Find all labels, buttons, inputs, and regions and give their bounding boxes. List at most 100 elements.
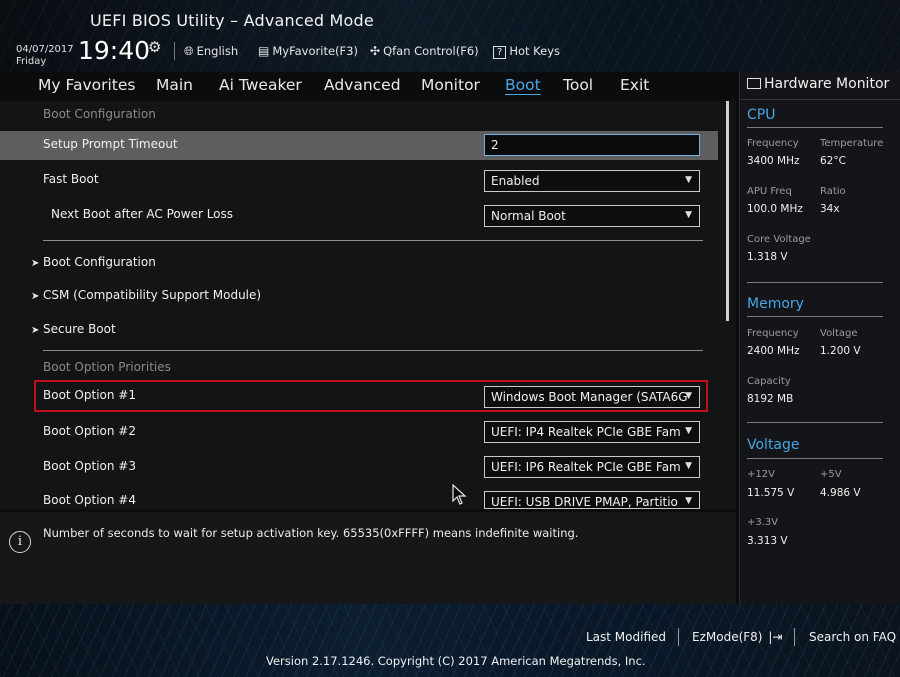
tab-my-favorites[interactable]: My Favorites xyxy=(38,76,136,94)
cpu-frequency-label: Frequency xyxy=(747,138,799,149)
monitor-icon xyxy=(747,78,761,89)
submenu-arrow-icon: ➤ xyxy=(31,325,40,336)
hardware-monitor-title: Hardware Monitor xyxy=(747,76,889,92)
capacity-value: 8192 MB xyxy=(747,393,794,405)
cpu-temperature-label: Temperature xyxy=(820,138,884,149)
memory-frequency-value: 2400 MHz xyxy=(747,345,800,357)
memory-voltage-label: Voltage xyxy=(820,328,858,339)
tab-ai-tweaker[interactable]: Ai Tweaker xyxy=(219,76,302,94)
v12-label: +12V xyxy=(747,469,775,480)
tab-boot[interactable]: Boot xyxy=(505,76,541,94)
capacity-label: Capacity xyxy=(747,376,791,387)
globe-icon: 🌐︎ xyxy=(184,44,194,58)
boot-option-4-select[interactable]: UEFI: USB DRIVE PMAP, Partitio ▼ xyxy=(484,491,700,509)
tab-tool[interactable]: Tool xyxy=(563,76,593,94)
submenu-secure-boot[interactable]: Secure Boot xyxy=(43,322,116,336)
boot-option-3-value: UEFI: IP6 Realtek PCIe GBE Fam xyxy=(491,460,681,474)
next-boot-value: Normal Boot xyxy=(491,209,566,223)
cpu-temperature-value: 62°C xyxy=(820,155,846,167)
memory-voltage-value: 1.200 V xyxy=(820,345,861,357)
setup-prompt-timeout-input[interactable]: 2 xyxy=(484,134,700,156)
cpu-frequency-value: 3400 MHz xyxy=(747,155,800,167)
section-heading-boot-option-priorities: Boot Option Priorities xyxy=(43,360,171,374)
boot-option-1-select[interactable]: Windows Boot Manager (SATA6G ▼ xyxy=(484,386,700,408)
boot-option-1-label: Boot Option #1 xyxy=(43,388,136,402)
boot-settings-panel xyxy=(0,101,736,509)
scrollbar[interactable] xyxy=(726,101,729,321)
boot-option-4-value: UEFI: USB DRIVE PMAP, Partitio xyxy=(491,495,678,509)
my-favorite-label: MyFavorite(F3) xyxy=(272,44,358,58)
help-text: Number of seconds to wait for setup acti… xyxy=(43,526,579,540)
fast-boot-label: Fast Boot xyxy=(43,172,99,186)
date-display: 04/07/2017 Friday xyxy=(16,44,74,68)
tab-exit[interactable]: Exit xyxy=(620,76,649,94)
voltage-heading: Voltage xyxy=(747,437,800,453)
boot-option-3-select[interactable]: UEFI: IP6 Realtek PCIe GBE Fam ▼ xyxy=(484,456,700,478)
gear-icon[interactable]: ⚙ xyxy=(148,38,161,56)
boot-option-3-label: Boot Option #3 xyxy=(43,459,136,473)
core-voltage-label: Core Voltage xyxy=(747,234,811,245)
qfan-control-button[interactable]: ✣ Qfan Control(F6) xyxy=(370,44,479,58)
memory-heading: Memory xyxy=(747,296,804,312)
ratio-value: 34x xyxy=(820,203,840,215)
next-boot-ac-power-loss-select[interactable]: Normal Boot ▼ xyxy=(484,205,700,227)
header-separator xyxy=(174,42,175,60)
apu-freq-value: 100.0 MHz xyxy=(747,203,803,215)
my-favorite-button[interactable]: ▤ MyFavorite(F3) xyxy=(258,44,358,58)
next-boot-ac-power-loss-label: Next Boot after AC Power Loss xyxy=(51,207,234,221)
qfan-label: Qfan Control(F6) xyxy=(383,44,479,58)
divider xyxy=(43,350,703,351)
tab-advanced[interactable]: Advanced xyxy=(324,76,401,94)
favorite-list-icon: ▤ xyxy=(258,44,270,58)
language-button[interactable]: 🌐︎ English xyxy=(184,44,238,59)
chevron-down-icon: ▼ xyxy=(685,210,692,220)
fast-boot-select[interactable]: Enabled ▼ xyxy=(484,170,700,192)
day-text: Friday xyxy=(16,56,47,67)
mouse-cursor-icon xyxy=(452,484,467,505)
boot-option-2-select[interactable]: UEFI: IP4 Realtek PCIe GBE Fam ▼ xyxy=(484,421,700,443)
fan-icon: ✣ xyxy=(370,44,381,58)
submenu-boot-configuration[interactable]: Boot Configuration xyxy=(43,255,156,269)
ezmode-button[interactable]: EzMode(F8) |⇥ xyxy=(692,630,782,644)
divider xyxy=(747,282,883,283)
v5-value: 4.986 V xyxy=(820,487,861,499)
language-label: English xyxy=(196,44,239,58)
core-voltage-value: 1.318 V xyxy=(747,251,788,263)
tab-monitor[interactable]: Monitor xyxy=(421,76,480,94)
submenu-csm[interactable]: CSM (Compatibility Support Module) xyxy=(43,288,261,302)
divider xyxy=(43,240,703,241)
boot-option-2-value: UEFI: IP4 Realtek PCIe GBE Fam xyxy=(491,425,681,439)
footer-separator xyxy=(794,628,795,646)
hot-keys-button[interactable]: ? Hot Keys xyxy=(493,44,560,59)
ratio-label: Ratio xyxy=(820,186,846,197)
divider xyxy=(747,458,883,459)
divider xyxy=(747,422,883,423)
boot-option-4-label: Boot Option #4 xyxy=(43,493,136,507)
footer-separator xyxy=(678,628,679,646)
divider xyxy=(747,316,883,317)
memory-frequency-label: Frequency xyxy=(747,328,799,339)
chevron-down-icon: ▼ xyxy=(685,391,692,401)
boot-option-1-value: Windows Boot Manager (SATA6G xyxy=(491,390,688,404)
chevron-down-icon: ▼ xyxy=(685,496,692,506)
last-modified-button[interactable]: Last Modified xyxy=(586,630,666,644)
exit-arrow-icon: |⇥ xyxy=(768,630,783,644)
section-heading-boot-configuration: Boot Configuration xyxy=(43,107,156,121)
submenu-arrow-icon: ➤ xyxy=(31,258,40,269)
info-icon: i xyxy=(9,531,31,553)
divider xyxy=(739,99,900,100)
clock-display: 19:40 xyxy=(78,36,151,65)
fast-boot-value: Enabled xyxy=(491,174,540,188)
v33-label: +3.3V xyxy=(747,517,779,528)
question-icon: ? xyxy=(493,46,507,59)
tab-main[interactable]: Main xyxy=(156,76,193,94)
hardware-monitor-title-text: Hardware Monitor xyxy=(764,76,890,92)
divider xyxy=(747,127,883,128)
app-title: UEFI BIOS Utility – Advanced Mode xyxy=(90,11,374,30)
chevron-down-icon: ▼ xyxy=(685,175,692,185)
v12-value: 11.575 V xyxy=(747,487,795,499)
search-faq-button[interactable]: Search on FAQ xyxy=(809,630,896,644)
v33-value: 3.313 V xyxy=(747,535,788,547)
version-text: Version 2.17.1246. Copyright (C) 2017 Am… xyxy=(266,654,646,668)
v5-label: +5V xyxy=(820,469,842,480)
